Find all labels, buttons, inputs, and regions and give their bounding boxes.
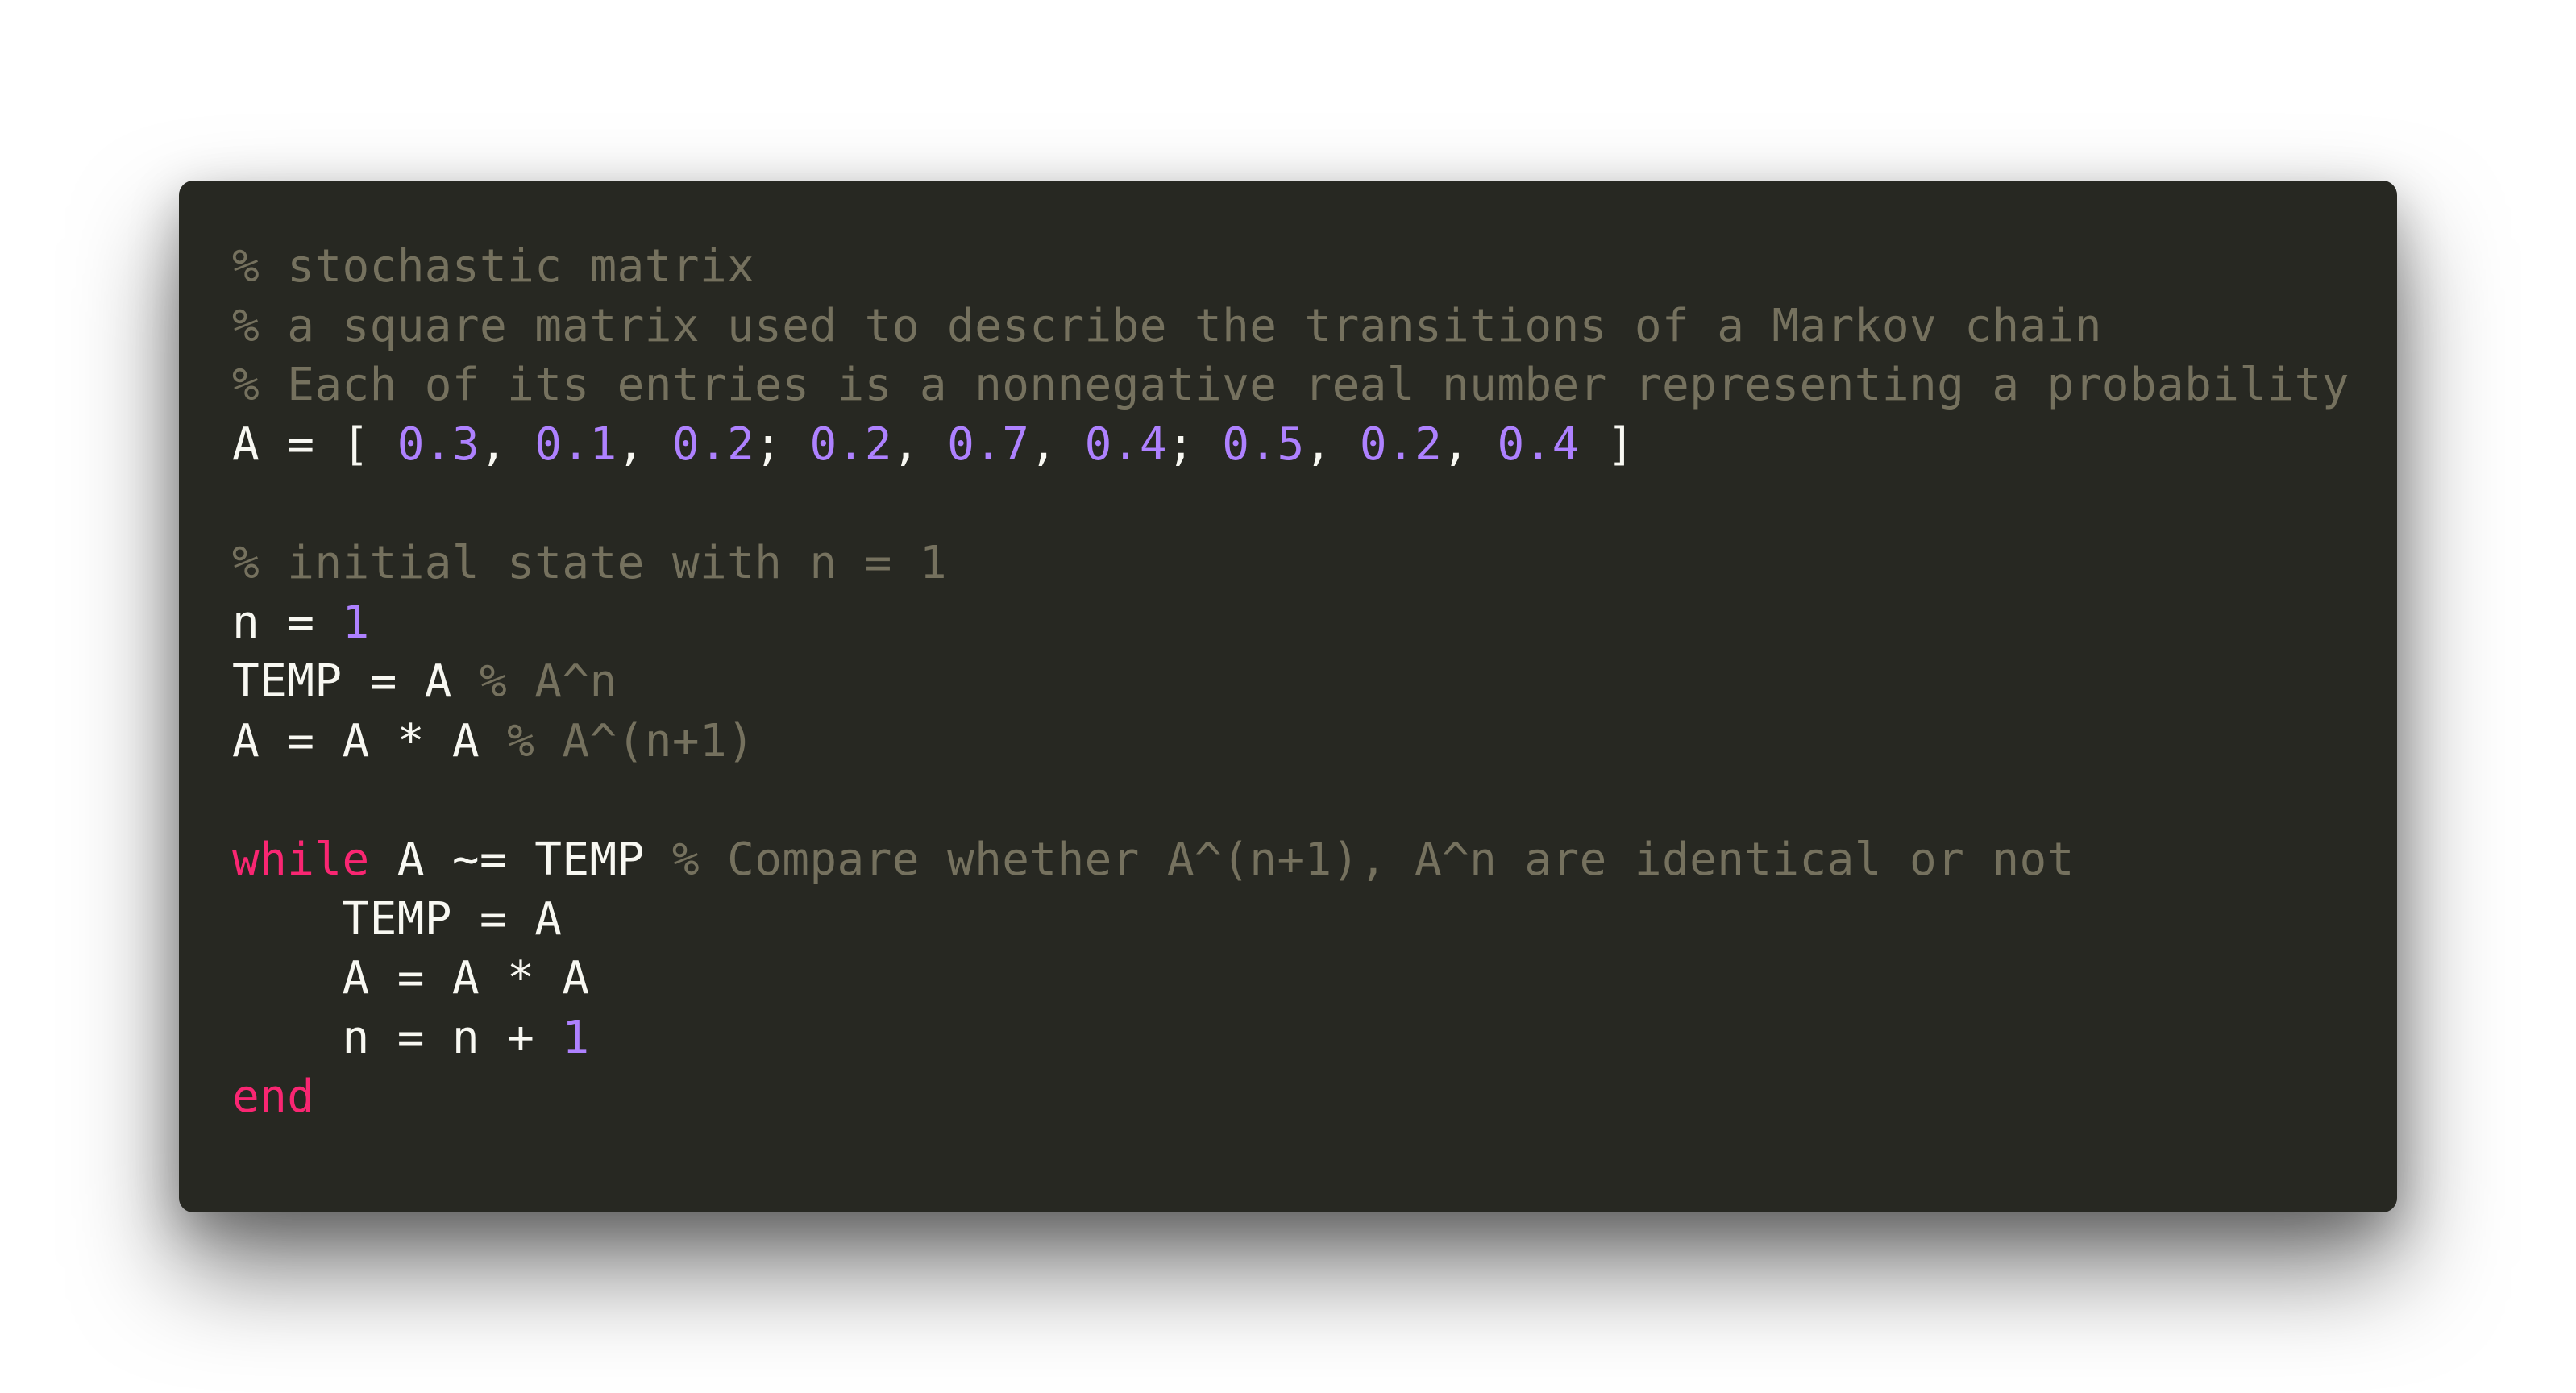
- code-comment: % A^(n+1): [507, 714, 755, 767]
- code-text: ,: [480, 418, 535, 471]
- code-text: n =: [232, 596, 343, 649]
- code-keyword: while: [232, 833, 370, 886]
- code-snippet-window: % stochastic matrix % a square matrix use…: [179, 181, 2397, 1212]
- code-text: ;: [1167, 418, 1223, 471]
- code-number: 0.2: [809, 418, 892, 471]
- code-text: ,: [1029, 418, 1085, 471]
- code-comment: % initial state with n = 1: [232, 536, 947, 589]
- code-comment: % a square matrix used to describe the t…: [232, 299, 2102, 352]
- code-line: TEMP = A: [232, 890, 2397, 950]
- code-block: % stochastic matrix % a square matrix use…: [232, 237, 2397, 1127]
- code-text: ,: [617, 418, 672, 471]
- code-line: n = 1: [232, 593, 2397, 653]
- code-line: % initial state with n = 1: [232, 534, 2397, 593]
- code-number: 0.5: [1222, 418, 1305, 471]
- code-number: 0.4: [1084, 418, 1168, 471]
- code-text: ,: [1442, 418, 1498, 471]
- code-number: 1: [562, 1011, 590, 1064]
- code-line: while A ~= TEMP % Compare whether A^(n+1…: [232, 830, 2397, 890]
- code-text: A = [: [232, 418, 397, 471]
- code-number: 0.1: [534, 418, 617, 471]
- code-text: n = n +: [232, 1011, 563, 1064]
- code-text: ;: [754, 418, 810, 471]
- code-comment: % Each of its entries is a nonnegative r…: [232, 359, 2350, 412]
- code-number: 0.2: [671, 418, 755, 471]
- code-line: A = A * A: [232, 949, 2397, 1008]
- code-number: 1: [342, 596, 370, 649]
- code-text: ]: [1579, 418, 1635, 471]
- code-text: ,: [891, 418, 948, 471]
- code-text: ,: [1304, 418, 1360, 471]
- code-number: 0.7: [947, 418, 1030, 471]
- code-comment: % Compare whether A^(n+1), A^n are ident…: [671, 833, 2075, 886]
- code-number: 0.4: [1497, 418, 1580, 471]
- code-line: % a square matrix used to describe the t…: [232, 297, 2397, 356]
- code-text: A = A * A: [232, 714, 508, 767]
- code-line: TEMP = A % A^n: [232, 652, 2397, 712]
- code-text: A ~= TEMP: [369, 833, 672, 886]
- code-line: A = [ 0.3, 0.1, 0.2; 0.2, 0.7, 0.4; 0.5,…: [232, 415, 2397, 475]
- code-number: 0.2: [1359, 418, 1443, 471]
- code-text: A = A * A: [232, 952, 590, 1005]
- code-comment: % stochastic matrix: [232, 240, 755, 293]
- code-line: % Each of its entries is a nonnegative r…: [232, 356, 2397, 415]
- code-keyword: end: [232, 1071, 315, 1124]
- code-number: 0.3: [397, 418, 480, 471]
- code-text: TEMP = A: [232, 892, 563, 946]
- code-line: end: [232, 1067, 2397, 1127]
- code-line: n = n + 1: [232, 1008, 2397, 1068]
- code-line: % stochastic matrix: [232, 237, 2397, 297]
- page-background: % stochastic matrix % a square matrix use…: [0, 0, 2576, 1393]
- code-text: TEMP = A: [232, 655, 480, 709]
- code-line: A = A * A % A^(n+1): [232, 712, 2397, 771]
- code-comment: % A^n: [480, 655, 617, 709]
